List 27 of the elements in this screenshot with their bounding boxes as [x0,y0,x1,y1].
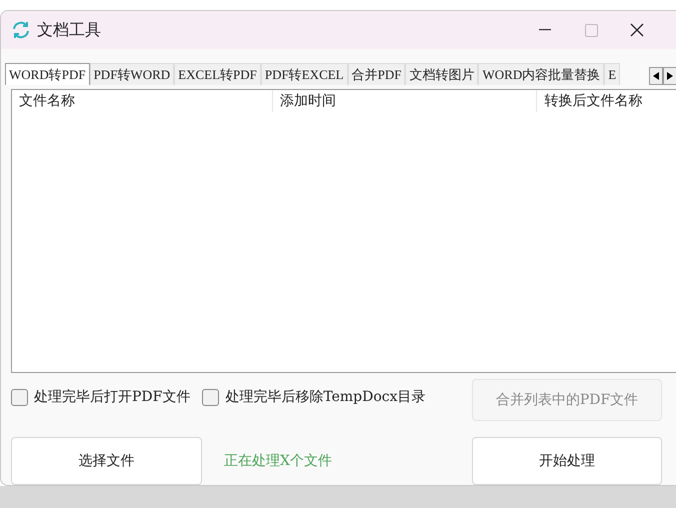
tab[interactable]: PDF转EXCEL [260,63,348,85]
start-button[interactable]: 开始处理 [472,437,662,485]
scroll-right-button[interactable] [663,67,676,85]
tab[interactable]: 合并PDF [348,63,406,85]
checkbox-label: 处理完毕后移除TempDocx目录 [225,388,426,407]
tab[interactable]: 文档转图片 [405,63,478,85]
column-header: 文件名称 [12,90,274,112]
right-arrow-icon [667,72,673,80]
tab[interactable]: EXCEL转PDF [174,63,261,85]
column-header: 添加时间 [273,90,538,112]
close-icon [630,23,644,37]
status-text: 正在处理X个文件 [224,452,332,470]
sync-icon [11,20,31,40]
tab[interactable]: WORD内容批量替换 [478,63,604,85]
window-title: 文档工具 [37,19,101,41]
left-arrow-icon [653,72,659,80]
tab[interactable]: WORD转PDF [5,63,90,85]
minimize-icon [539,29,551,31]
checkbox[interactable] [11,389,28,406]
column-header: 转换后文件名称 [537,90,676,112]
scroll-left-button[interactable] [649,67,663,85]
tab[interactable]: PDF转WORD [90,63,174,85]
tab[interactable]: E [604,63,620,85]
maximize-icon [584,24,598,36]
select-files-button[interactable]: 选择文件 [11,437,202,485]
checkbox[interactable] [202,389,220,406]
checkbox-label: 处理完毕后打开PDF文件 [34,388,190,407]
